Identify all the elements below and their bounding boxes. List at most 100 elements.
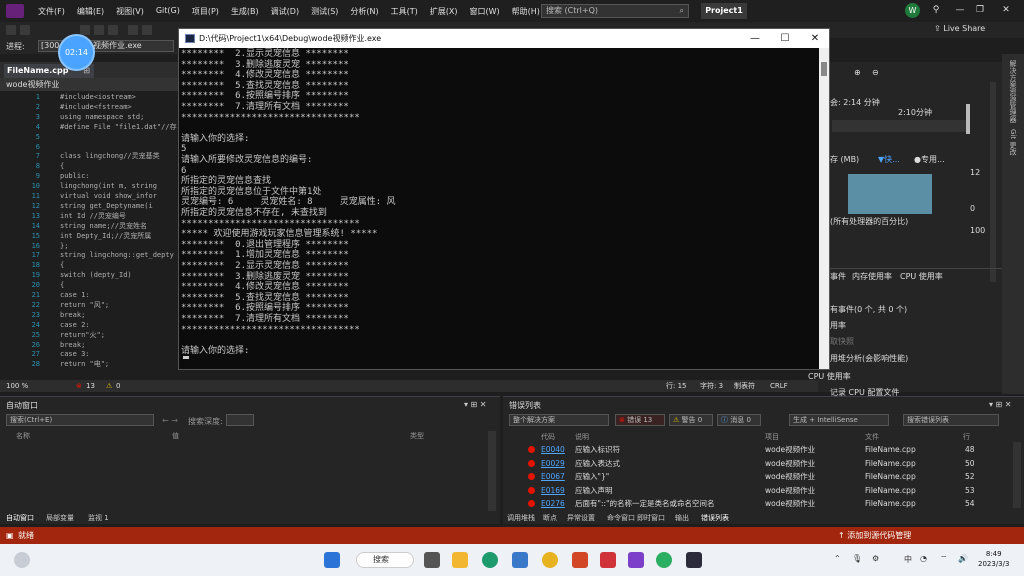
errors-scrollbar[interactable] <box>1013 442 1021 508</box>
code-line[interactable]: 16}; <box>0 242 178 252</box>
code-line[interactable]: 21 case 1: <box>0 291 178 301</box>
messages-filter-button[interactable]: ⓘ 消息 0 <box>717 414 761 426</box>
tab-memory[interactable]: 内存使用率 <box>852 271 892 282</box>
code-line[interactable]: 19 switch (depty_Id) <box>0 271 178 281</box>
error-row[interactable]: E0276 后面有"::"的名称一定是类名或命名空间名 wode视频作业 FileNa… <box>503 497 1024 511</box>
process-exe-select[interactable]: 视频作业.exe <box>90 40 174 52</box>
code-editor[interactable]: 1 #include<iostream> 2 #include<fstream> 3 us… <box>0 91 178 378</box>
error-search-input[interactable]: 搜索错误列表 <box>903 414 999 426</box>
code-line[interactable]: 13 int Id //灵宠编号 <box>0 212 178 222</box>
code-line[interactable]: 23 break; <box>0 311 178 321</box>
browser-icon[interactable] <box>542 552 558 568</box>
code-line[interactable]: 15 int Depty_Id;//灵宠所属 <box>0 232 178 242</box>
code-line[interactable]: 14 string name;//灵宠姓名 <box>0 222 178 232</box>
console-window[interactable]: D:\代码\Project1\x64\Debug\wode视频作业.exe — … <box>178 28 830 370</box>
file-explorer-icon[interactable] <box>452 552 468 568</box>
code-line[interactable]: 20 { <box>0 281 178 291</box>
menu-item[interactable]: Git(G) <box>150 6 186 17</box>
nav-arrows-icon[interactable]: ← → <box>162 416 178 425</box>
take-snapshot-button[interactable]: 取快照 <box>830 336 854 347</box>
menu-item[interactable]: 项目(P) <box>186 6 225 17</box>
indent-mode[interactable]: 制表符 <box>734 380 755 392</box>
code-line[interactable]: 17 string lingchong::get_depty <box>0 251 178 261</box>
code-line[interactable]: 9 public: <box>0 172 178 182</box>
forward-icon[interactable] <box>20 25 30 35</box>
zoom-level[interactable]: 100 % <box>6 380 28 392</box>
warning-count-icon[interactable]: ⚠ <box>106 380 112 392</box>
menu-item[interactable]: 编辑(E) <box>71 6 110 17</box>
console-scrollbar[interactable] <box>819 48 829 369</box>
zoom-in-icon[interactable]: ⊕ <box>854 68 861 77</box>
feedback-icon[interactable]: ⚲ <box>926 3 946 17</box>
col-desc[interactable]: 说明 <box>575 432 589 442</box>
console-scroll-thumb[interactable] <box>821 62 827 76</box>
col-project[interactable]: 项目 <box>765 432 779 442</box>
visual-studio-icon[interactable] <box>628 552 644 568</box>
bottom-tab[interactable]: 命令窗口 <box>607 513 635 523</box>
error-code[interactable]: E0040 <box>541 443 565 457</box>
code-line[interactable]: 24 case 2: <box>0 321 178 331</box>
language-indicator[interactable]: 中 <box>904 554 912 565</box>
scope-select[interactable]: 整个解决方案 <box>509 414 609 426</box>
code-line[interactable]: 7 class lingchong//灵宠基类 <box>0 152 178 162</box>
code-line[interactable]: 26 break; <box>0 341 178 351</box>
save-icon[interactable] <box>94 25 104 35</box>
bottom-tab[interactable]: 异常设置 <box>567 513 595 523</box>
microphone-icon[interactable]: 🎙 <box>852 554 862 563</box>
network-icon[interactable]: ◔ <box>920 554 927 563</box>
wps-icon[interactable] <box>572 552 588 568</box>
restore-button[interactable]: ❐ <box>970 3 990 17</box>
side-tab-git[interactable]: Git 更改 <box>1008 129 1018 155</box>
code-line[interactable]: 25 return"火"; <box>0 331 178 341</box>
tab-watch1[interactable]: 监视 1 <box>88 513 109 523</box>
code-line[interactable]: 10 lingchong(int m, string <box>0 182 178 192</box>
error-code[interactable]: E0067 <box>541 470 565 484</box>
error-code[interactable]: E0029 <box>541 457 565 471</box>
warnings-filter-button[interactable]: ⚠ 警告 0 <box>669 414 713 426</box>
code-line[interactable]: 12 string get_Deptyname(i <box>0 202 178 212</box>
errors-filter-button[interactable]: ⊗ 错误 13 <box>615 414 665 426</box>
source-control-button[interactable]: ↑ 添加到源代码管理 <box>838 527 911 544</box>
scope-dropdown[interactable]: wode视频作业 <box>0 78 178 91</box>
close-button[interactable]: ✕ <box>996 3 1016 17</box>
edge-icon[interactable] <box>482 552 498 568</box>
autos-search-input[interactable]: 搜索(Ctrl+E) <box>6 414 154 426</box>
tab-cpu[interactable]: CPU 使用率 <box>900 271 943 282</box>
code-line[interactable]: 18 { <box>0 261 178 271</box>
undo-icon[interactable] <box>128 25 138 35</box>
menu-item[interactable]: 测试(S) <box>305 6 344 17</box>
new-file-icon[interactable] <box>80 25 90 35</box>
taskbar-search[interactable]: 搜索 <box>356 552 414 568</box>
tab-locals[interactable]: 局部变量 <box>46 513 74 523</box>
error-row[interactable]: E0067 应输入"}" wode视频作业 FileName.cpp 52 <box>503 470 1024 484</box>
store-icon[interactable] <box>512 552 528 568</box>
redo-icon[interactable] <box>142 25 152 35</box>
menu-item[interactable]: 调试(D) <box>265 6 305 17</box>
minimize-button[interactable]: — <box>950 3 970 17</box>
recording-timer[interactable]: 02:14 <box>60 36 93 69</box>
volume-icon[interactable]: 🔊 <box>958 554 968 563</box>
heap-analysis-toggle[interactable]: 用堆分析(会影响性能) <box>830 353 908 364</box>
menu-item[interactable]: 窗口(W) <box>464 6 506 17</box>
code-line[interactable]: 4 #define File "file1.dat"//存 <box>0 123 178 133</box>
error-code[interactable]: E0276 <box>541 497 565 511</box>
task-view-icon[interactable] <box>424 552 440 568</box>
code-line[interactable]: 2 #include<fstream> <box>0 103 178 113</box>
code-line[interactable]: 11 virtual void show_infor <box>0 192 178 202</box>
error-row[interactable]: E0169 应输入声明 wode视频作业 FileName.cpp 53 <box>503 484 1024 498</box>
col-file[interactable]: 文件 <box>865 432 879 442</box>
user-avatar[interactable]: W <box>905 3 920 18</box>
menu-item[interactable]: 生成(B) <box>225 6 265 17</box>
tray-arrow-icon[interactable]: ⌃ <box>834 554 841 563</box>
search-input[interactable]: 搜索 (Ctrl+Q) ⌕ <box>541 4 689 18</box>
tab-events[interactable]: 事件 <box>830 271 846 282</box>
tab-autos[interactable]: 自动窗口 <box>6 513 34 523</box>
col-code[interactable]: 代码 <box>541 432 555 442</box>
code-line[interactable]: 3 using namespace std; <box>0 113 178 123</box>
wifi-icon[interactable]: ⌔ <box>940 554 948 564</box>
code-line[interactable]: 5 <box>0 133 178 143</box>
console-app-icon[interactable] <box>686 552 702 568</box>
col-line[interactable]: 行 <box>963 432 970 442</box>
bottom-tab[interactable]: 即时窗口 <box>637 513 665 523</box>
timeline-handle[interactable] <box>966 104 970 134</box>
